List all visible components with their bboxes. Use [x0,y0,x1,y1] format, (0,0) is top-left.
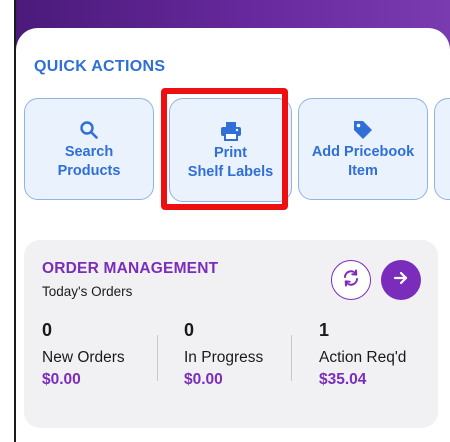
arrow-right-icon [391,268,411,293]
in-progress-count: 0 [184,320,195,340]
printer-icon [220,118,242,144]
more-actions-tile[interactable] [434,98,450,200]
refresh-button[interactable] [331,260,371,300]
stat-divider [157,335,158,381]
new-orders-amount: $0.00 [42,371,81,388]
search-products-tile[interactable]: Search Products [24,98,154,200]
action-required-label: Action Req'd [319,349,407,366]
quick-actions-title: QUICK ACTIONS [34,58,166,75]
view-orders-button[interactable] [381,260,421,300]
refresh-icon [341,268,361,293]
action-required-count: 1 [319,320,330,340]
in-progress-amount: $0.00 [184,371,223,388]
add-pricebook-item-tile[interactable]: Add Pricebook Item [298,98,428,200]
print-shelf-labels-label: Print Shelf Labels [187,145,274,180]
tag-icon [352,117,374,143]
stat-in-progress[interactable]: 0 In Progress $0.00 [184,320,263,389]
print-shelf-labels-tile[interactable]: Print Shelf Labels [169,98,292,202]
todays-orders-label: Today's Orders [42,284,133,299]
stat-divider [291,335,292,381]
action-required-amount: $35.04 [319,371,367,388]
stat-action-required[interactable]: 1 Action Req'd $35.04 [319,320,406,389]
search-icon [79,117,99,143]
stat-new-orders[interactable]: 0 New Orders $0.00 [42,320,125,389]
search-products-label: Search Products [57,144,121,179]
new-orders-count: 0 [42,320,53,340]
home-content: QUICK ACTIONS Search Products Print Shel… [16,28,450,442]
quick-actions-row: Search Products Print Shelf Labels Add P… [24,98,450,202]
order-management-card: ORDER MANAGEMENT Today's Orders 0 New Or… [24,240,438,428]
in-progress-label: In Progress [184,349,264,366]
add-pricebook-item-label: Add Pricebook Item [311,144,415,179]
new-orders-label: New Orders [42,349,125,366]
order-management-title: ORDER MANAGEMENT [42,260,219,277]
